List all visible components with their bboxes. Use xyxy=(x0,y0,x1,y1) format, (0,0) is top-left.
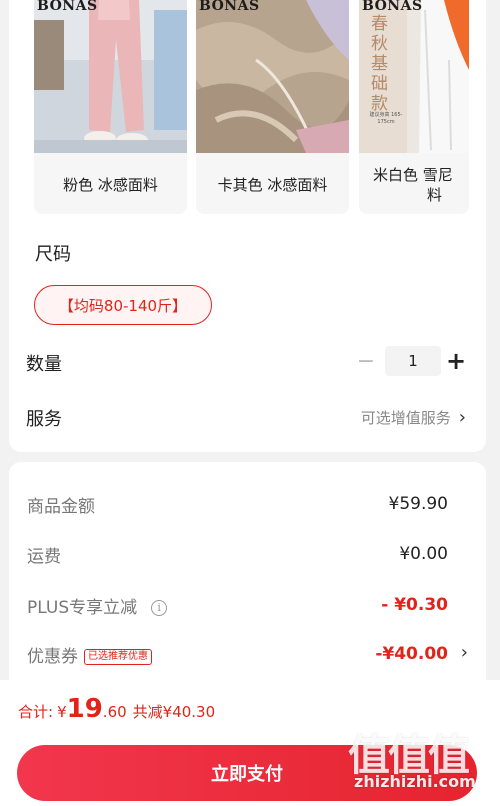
brand-logo: BONAS xyxy=(362,0,423,14)
service-label: 服务 xyxy=(26,409,62,430)
poster-text: 春秋基础款 xyxy=(371,14,388,114)
quantity-input[interactable]: 1 xyxy=(385,346,441,376)
service-value-text: 可选增值服务 xyxy=(360,408,451,427)
size-option-chip[interactable]: 【均码80-140斤】 xyxy=(34,285,212,325)
price-row-label: 运费 xyxy=(27,547,61,567)
price-row-label: 商品金额 xyxy=(27,497,95,517)
price-row-label-wrap: 优惠券 已选推荐优惠 xyxy=(27,642,152,667)
checkout-page: BONAS 粉色 冰感面料 BONAS 卡其色 冰感面料 BONAS 春秋基础款… xyxy=(0,0,500,806)
total-integer: 19 xyxy=(66,694,103,724)
poster-small-text: 建议身高 165-175cm xyxy=(369,112,403,125)
variant-card-offwhite[interactable]: BONAS 春秋基础款 建议身高 165-175cm 米白色 雪尼 料 xyxy=(359,0,469,214)
price-row-value: - ¥0.30 xyxy=(381,595,448,615)
variant-caption: 卡其色 冰感面料 xyxy=(217,176,328,194)
quantity-label: 数量 xyxy=(26,354,62,375)
total-currency: ¥ xyxy=(57,703,67,721)
price-row-label: PLUS专享立减 xyxy=(27,598,138,618)
total-saved: 共减¥40.30 xyxy=(132,703,216,721)
quantity-stepper: − 1 + xyxy=(353,346,467,376)
coupon-tag: 已选推荐优惠 xyxy=(84,649,152,665)
price-row-label: 优惠券 xyxy=(27,647,78,667)
variant-image-offwhite: BONAS 春秋基础款 建议身高 165-175cm xyxy=(359,0,469,153)
decrease-button[interactable]: − xyxy=(353,346,379,376)
price-row-label-wrap: PLUS专享立减 i xyxy=(27,593,168,618)
price-row-goods: 商品金额 ¥59.90 xyxy=(27,492,448,518)
price-row-value: -¥40.00 xyxy=(375,644,448,664)
chevron-right-icon: › xyxy=(460,642,468,663)
price-summary-card: 商品金额 ¥59.90 运费 ¥0.00 PLUS专享立减 i - ¥0.30 优… xyxy=(9,462,486,702)
order-total: 合计: ¥ 19 .60 共减¥40.30 xyxy=(18,694,215,728)
variant-caption-line1: 米白色 雪尼 xyxy=(373,166,453,184)
variant-caption: 粉色 冰感面料 xyxy=(63,176,158,194)
brand-logo: BONAS xyxy=(37,0,98,14)
price-row-coupon[interactable]: 优惠券 已选推荐优惠 -¥40.00 › xyxy=(27,642,468,668)
variant-image-pink: BONAS xyxy=(34,0,187,153)
increase-button[interactable]: + xyxy=(445,346,467,376)
info-icon[interactable]: i xyxy=(151,599,168,616)
variant-image-khaki: BONAS xyxy=(196,0,349,153)
product-options-sheet: BONAS 粉色 冰感面料 BONAS 卡其色 冰感面料 BONAS 春秋基础款… xyxy=(9,0,486,452)
price-row-value: ¥59.90 xyxy=(388,494,448,514)
variant-caption: 米白色 雪尼 料 xyxy=(359,160,469,210)
price-row-value: ¥0.00 xyxy=(399,544,448,564)
price-row-plus-discount: PLUS专享立减 i - ¥0.30 xyxy=(27,593,448,619)
service-selector[interactable]: 可选增值服务 › xyxy=(361,405,466,429)
total-decimal: .60 xyxy=(102,703,127,721)
chevron-right-icon: › xyxy=(458,406,466,428)
variant-card-khaki[interactable]: BONAS 卡其色 冰感面料 xyxy=(196,0,349,214)
pay-now-button[interactable]: 立即支付 xyxy=(17,745,477,801)
variant-caption-line2: 料 xyxy=(427,186,443,204)
size-label: 尺码 xyxy=(35,244,71,265)
brand-logo: BONAS xyxy=(199,0,260,14)
variant-list[interactable]: BONAS 粉色 冰感面料 BONAS 卡其色 冰感面料 BONAS 春秋基础款… xyxy=(34,0,469,214)
price-row-shipping: 运费 ¥0.00 xyxy=(27,542,448,568)
variant-card-pink[interactable]: BONAS 粉色 冰感面料 xyxy=(34,0,187,214)
total-label: 合计: xyxy=(18,703,54,721)
